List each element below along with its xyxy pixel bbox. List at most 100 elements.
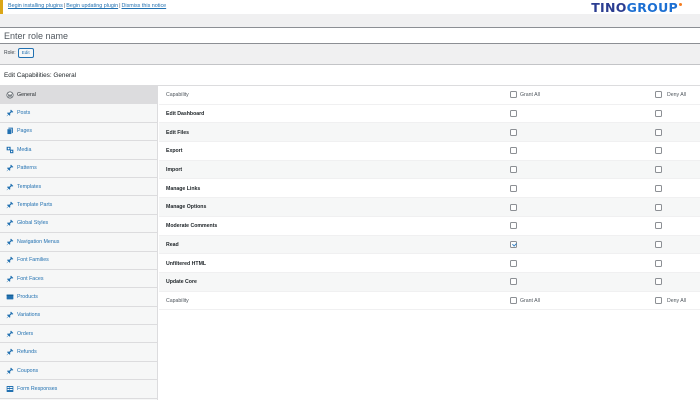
capabilities-panel: Edit Capabilities: General General Posts P… <box>0 64 700 400</box>
tab-label: Global Styles <box>17 220 49 227</box>
capability-name: Import <box>166 167 183 174</box>
tab-form-responses[interactable]: Form Responses <box>0 380 157 399</box>
pin-icon <box>6 311 14 319</box>
tab-posts[interactable]: Posts <box>0 104 157 123</box>
tab-label: Pages <box>17 128 33 135</box>
capability-row-unfiltered-html: Unfiltered HTML <box>159 254 700 273</box>
capability-column-header: Capability <box>166 92 189 99</box>
grant-checkbox-export[interactable] <box>510 147 517 155</box>
begin-installing-plugins-link[interactable]: Begin installing plugins <box>8 3 63 9</box>
pin-icon <box>6 238 14 246</box>
deny-all-checkbox[interactable] <box>655 91 662 99</box>
begin-updating-plugin-link[interactable]: Begin updating plugin <box>66 3 118 9</box>
tab-font-faces[interactable]: Font Faces <box>0 269 157 289</box>
tab-refunds[interactable]: Refunds <box>0 343 157 362</box>
media-icon <box>6 146 14 154</box>
wordpress-icon <box>6 91 14 99</box>
tab-label: Patterns <box>17 165 37 172</box>
deny-checkbox-manage-links[interactable] <box>655 184 662 192</box>
capability-row-edit-dashboard: Edit Dashboard <box>159 105 700 124</box>
dismiss-notice-link[interactable]: Dismiss this notice <box>122 3 167 9</box>
role-label: Role: <box>4 50 16 56</box>
capability-name: Manage Links <box>166 185 201 192</box>
deny-checkbox-update-core[interactable] <box>655 278 662 286</box>
panel-title: Edit Capabilities: General <box>4 72 77 79</box>
capability-name: Unfiltered HTML <box>166 260 207 267</box>
tab-patterns[interactable]: Patterns <box>0 159 157 178</box>
capability-name: Manage Options <box>166 204 207 211</box>
notice-links: Begin installing plugins|Begin updating … <box>8 3 166 10</box>
grant-all-checkbox-footer[interactable] <box>510 296 517 304</box>
pin-icon <box>6 183 14 191</box>
capability-row-manage-options: Manage Options <box>159 198 700 217</box>
tab-general[interactable]: General <box>0 86 157 105</box>
grant-checkbox-edit-dashboard[interactable] <box>510 110 517 118</box>
deny-checkbox-read[interactable] <box>655 240 662 248</box>
pin-icon <box>6 219 14 227</box>
capability-row-edit-files: Edit Files <box>159 123 700 143</box>
tab-coupons[interactable]: Coupons <box>0 361 157 381</box>
grant-checkbox-unfiltered-html[interactable] <box>510 259 517 267</box>
deny-checkbox-import[interactable] <box>655 166 662 174</box>
tab-label: Templates <box>17 183 42 190</box>
pin-icon <box>6 164 14 172</box>
deny-checkbox-export[interactable] <box>655 147 662 155</box>
role-edit-button[interactable]: Edit <box>17 48 34 58</box>
tab-label: Media <box>17 146 32 153</box>
deny-checkbox-edit-files[interactable] <box>655 128 662 136</box>
tab-products[interactable]: Products <box>0 288 157 307</box>
grant-all-checkbox[interactable] <box>510 91 517 99</box>
tab-label: Orders <box>17 330 34 337</box>
capability-row-update-core: Update Core <box>159 272 700 292</box>
pin-icon <box>6 275 14 283</box>
tab-pages[interactable]: Pages <box>0 122 157 142</box>
tab-label: Variations <box>17 312 41 319</box>
capability-tabs: General Posts Pages Media Patterns Templates T… <box>0 86 158 400</box>
tab-label: Navigation Menus <box>17 238 60 245</box>
capabilities-header-row: Capability Grant All Deny All <box>159 86 700 105</box>
grant-all-label: Grant All <box>520 92 540 99</box>
capability-name: Edit Dashboard <box>166 111 205 118</box>
deny-checkbox-unfiltered-html[interactable] <box>655 259 662 267</box>
tab-variations[interactable]: Variations <box>0 306 157 326</box>
capability-row-import: Import <box>159 160 700 180</box>
tab-label: Posts <box>17 110 31 117</box>
tab-orders[interactable]: Orders <box>0 325 157 344</box>
grant-checkbox-edit-files[interactable] <box>510 128 517 136</box>
grant-checkbox-moderate-comments[interactable] <box>510 222 517 230</box>
tab-global-styles[interactable]: Global Styles <box>0 214 157 234</box>
tab-navigation-menus[interactable]: Navigation Menus <box>0 233 157 252</box>
role-name-input[interactable] <box>0 27 700 44</box>
tab-template-parts[interactable]: Template Parts <box>0 196 157 215</box>
grant-checkbox-manage-options[interactable] <box>510 203 517 211</box>
pin-icon <box>6 256 14 264</box>
deny-checkbox-manage-options[interactable] <box>655 203 662 211</box>
tab-font-families[interactable]: Font Families <box>0 251 157 270</box>
brand-logo-part2: GROUP <box>626 0 678 15</box>
capability-row-read: Read <box>159 235 700 255</box>
tab-templates[interactable]: Templates <box>0 177 157 197</box>
deny-checkbox-edit-dashboard[interactable] <box>655 110 662 118</box>
capability-row-export: Export <box>159 142 700 161</box>
grant-checkbox-read[interactable] <box>510 240 517 248</box>
brand-dot-icon <box>679 3 682 6</box>
tab-media[interactable]: Media <box>0 141 157 160</box>
grant-checkbox-import[interactable] <box>510 166 517 174</box>
capabilities-footer-row: Capability Grant All Deny All <box>159 291 700 311</box>
capability-name: Read <box>166 241 179 248</box>
tab-label: Coupons <box>17 367 39 374</box>
tab-label: Font Faces <box>17 275 44 282</box>
role-selector: Role: Edit <box>4 47 34 59</box>
deny-all-label-footer: Deny All <box>667 297 687 304</box>
capability-column-footer: Capability <box>166 297 189 304</box>
deny-checkbox-moderate-comments[interactable] <box>655 222 662 230</box>
capability-name: Export <box>166 148 183 155</box>
pin-icon <box>6 348 14 356</box>
grant-checkbox-manage-links[interactable] <box>510 184 517 192</box>
pin-icon <box>6 367 14 375</box>
brand-logo: TINOGROUP <box>591 1 678 14</box>
deny-all-checkbox-footer[interactable] <box>655 296 662 304</box>
pages-icon <box>6 127 14 136</box>
tab-label: General <box>17 91 36 98</box>
grant-checkbox-update-core[interactable] <box>510 278 517 286</box>
